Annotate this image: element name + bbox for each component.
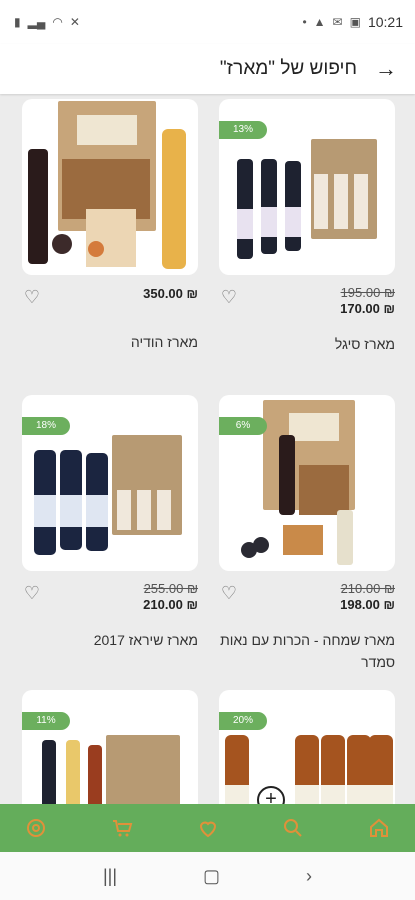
- image-icon: ▣: [349, 15, 361, 29]
- discount-badge: 11%: [22, 712, 70, 730]
- prices: 195.00 ₪ 170.00 ₪: [340, 285, 395, 316]
- settings-icon[interactable]: [22, 814, 50, 842]
- product-card[interactable]: 20%: [219, 690, 395, 804]
- wine-bottles-gift-box-image: [42, 735, 180, 804]
- heart-icon[interactable]: ♡: [22, 583, 42, 603]
- bottom-nav: [0, 804, 415, 852]
- mail-icon: ✉: [332, 15, 343, 29]
- alert-icon: ▲: [313, 15, 326, 29]
- signal-icon: ▂▄: [27, 15, 46, 29]
- new-price: 170.00 ₪: [340, 301, 395, 316]
- product-image[interactable]: 6%: [219, 395, 395, 571]
- prices: 255.00 ₪ 210.00 ₪: [143, 581, 198, 612]
- wifi-off-icon: ◠: [52, 15, 63, 29]
- product-name[interactable]: מארז שיראז 2017: [22, 629, 198, 651]
- system-nav-bar: ||| ▢ ›: [0, 852, 415, 900]
- arrow-right-icon[interactable]: →: [375, 58, 397, 80]
- search-icon[interactable]: [279, 814, 307, 842]
- discount-badge: 20%: [219, 712, 267, 730]
- old-price: 210.00 ₪: [340, 581, 395, 596]
- new-price: 210.00 ₪: [143, 597, 198, 612]
- home-icon[interactable]: [365, 814, 393, 842]
- home-button-icon[interactable]: ▢: [203, 866, 220, 887]
- heart-icon[interactable]: ♡: [219, 583, 239, 603]
- price-row: ♡ 350.00 ₪: [22, 285, 198, 325]
- gift-basket-image: [28, 101, 186, 269]
- price-row: ♡ 195.00 ₪ 170.00 ₪: [219, 285, 395, 325]
- product-card[interactable]: 18% ♡ 255.00 ₪ 210.00 ₪ מארז שיראז 2017: [22, 395, 198, 651]
- product-image[interactable]: 11%: [22, 690, 198, 804]
- beer-bottles-image: [225, 735, 393, 804]
- search-header: חיפוש של "מארז" →: [0, 44, 415, 94]
- product-image[interactable]: 20%: [219, 690, 395, 804]
- product-image[interactable]: [22, 99, 198, 275]
- status-icons-left: ▮ ▂▄ ◠ ✕: [14, 16, 80, 28]
- discount-badge: 18%: [22, 417, 70, 435]
- prices: 350.00 ₪: [143, 285, 198, 301]
- prices: 210.00 ₪ 198.00 ₪: [340, 581, 395, 612]
- old-price: 195.00 ₪: [340, 285, 395, 300]
- product-image[interactable]: 18%: [22, 395, 198, 571]
- price-row: ♡ 210.00 ₪ 198.00 ₪: [219, 581, 395, 621]
- product-image[interactable]: 13%: [219, 99, 395, 275]
- discount-badge: 13%: [219, 121, 267, 139]
- product-name[interactable]: מארז שמחה - הכרות עם נאות סמדר: [219, 629, 395, 673]
- mute-icon: ✕: [69, 15, 80, 29]
- product-grid[interactable]: 13% ♡ 195.00 ₪ 170.00 ₪ מארז סיגל ♡ 350.…: [0, 94, 415, 804]
- back-icon[interactable]: ›: [306, 866, 312, 887]
- page-title: חיפוש של "מארז": [219, 58, 357, 79]
- product-card[interactable]: ♡ 350.00 ₪ מארז הודיה: [22, 99, 198, 353]
- recents-icon[interactable]: |||: [103, 866, 117, 887]
- cart-icon[interactable]: [108, 814, 136, 842]
- discount-badge: 6%: [219, 417, 267, 435]
- new-price: 198.00 ₪: [340, 597, 395, 612]
- notification-dot-icon: •: [302, 15, 307, 29]
- status-icons-right: • ▲ ✉ ▣ 10:21: [302, 14, 403, 30]
- heart-icon[interactable]: ♡: [219, 287, 239, 307]
- product-card[interactable]: 13% ♡ 195.00 ₪ 170.00 ₪ מארז סיגל: [219, 99, 395, 355]
- battery-icon: ▮: [14, 15, 21, 29]
- product-card[interactable]: 6% ♡ 210.00 ₪ 198.00 ₪ מארז שמחה - הכרות…: [219, 395, 395, 673]
- old-price: 255.00 ₪: [143, 581, 198, 596]
- heart-icon[interactable]: [194, 814, 222, 842]
- heart-icon[interactable]: ♡: [22, 287, 42, 307]
- price-row: ♡ 255.00 ₪ 210.00 ₪: [22, 581, 198, 621]
- product-card[interactable]: 11%: [22, 690, 198, 804]
- new-price: 350.00 ₪: [143, 286, 198, 301]
- product-name[interactable]: מארז הודיה: [22, 331, 198, 353]
- status-time: 10:21: [367, 14, 403, 30]
- product-name[interactable]: מארז סיגל: [219, 333, 395, 355]
- status-bar: ▮ ▂▄ ◠ ✕ • ▲ ✉ ▣ 10:21: [0, 0, 415, 44]
